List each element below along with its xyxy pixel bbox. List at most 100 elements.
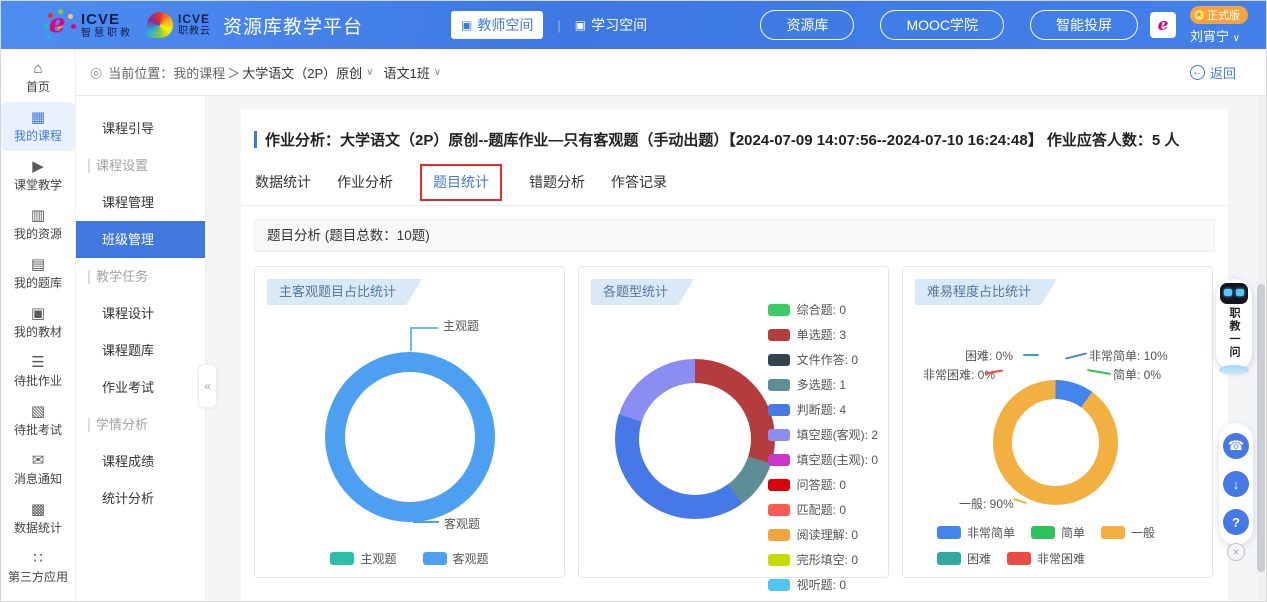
- resource-library-button[interactable]: 资源库: [760, 10, 854, 40]
- legend-item[interactable]: 填空题(主观): 0: [768, 451, 878, 468]
- download-icon[interactable]: ↓: [1223, 471, 1249, 497]
- smart-casting-button[interactable]: 智能投屏: [1030, 10, 1138, 40]
- legend-item[interactable]: 单选题: 3: [768, 326, 878, 343]
- breadcrumb-class[interactable]: 语文1班: [383, 63, 429, 82]
- legend-item[interactable]: 视听题: 0: [768, 576, 878, 593]
- sidebar-item-notifications[interactable]: ✉ 消息通知: [1, 445, 75, 494]
- my-textbooks-icon: ▣: [31, 306, 45, 321]
- legend-swatch: [1007, 552, 1031, 565]
- chart-difficulty-ratio: 难易程度占比统计 非常简单: 10% 简单: 0% 一般: 90% 困难: 0%…: [902, 266, 1213, 578]
- legend-item[interactable]: 综合题: 0: [768, 301, 878, 318]
- chart1-callout-line-top: [410, 327, 438, 351]
- sidebar-item-pending-homework[interactable]: ☰ 待批作业: [1, 347, 75, 396]
- tab-question-statistics[interactable]: 题目统计: [433, 172, 489, 205]
- back-arrow-icon: ←: [1190, 65, 1205, 80]
- icve-zhijiaoyun-logo: ICVE 职教云: [147, 12, 211, 38]
- sidebar-item-my-question-bank[interactable]: ▤ 我的题库: [1, 249, 75, 298]
- callout-very-hard: 非常困难: 0%: [923, 366, 995, 383]
- sidebar-item-home[interactable]: ⌂ 首页: [1, 53, 75, 102]
- submenu-homework-exam[interactable]: 作业考试: [76, 369, 205, 406]
- scrollbar-track[interactable]: [1257, 96, 1265, 600]
- legend-item[interactable]: 简单: [1031, 524, 1085, 541]
- chart3-donut[interactable]: [993, 380, 1118, 505]
- legend-item[interactable]: 填空题(客观): 2: [768, 426, 878, 443]
- legend-swatch: [330, 552, 354, 565]
- sidebar-item-third-party-apps[interactable]: ∷ 第三方应用: [1, 543, 75, 592]
- sidebar-item-my-textbooks[interactable]: ▣ 我的教材: [1, 298, 75, 347]
- submenu-section-course-settings: 课程设置: [76, 147, 205, 184]
- legend-item[interactable]: 非常简单: [937, 524, 1015, 541]
- my-question-bank-icon: ▤: [31, 257, 45, 272]
- teacher-space-button[interactable]: ▣ 教师空间: [451, 11, 543, 39]
- tab-data-statistics[interactable]: 数据统计: [255, 172, 311, 205]
- tab-homework-analysis[interactable]: 作业分析: [337, 172, 393, 205]
- legend-swatch: [768, 479, 790, 491]
- class-chevron-icon[interactable]: ∨: [434, 67, 441, 78]
- course-chevron-icon[interactable]: ∨: [366, 67, 373, 78]
- chart-question-type-stats: 各题型统计 综合题: 0 单选题: 3 文件作答: 0 多选题: 1 判断题: …: [578, 266, 889, 578]
- customer-service-icon[interactable]: ☎: [1223, 433, 1249, 459]
- sidebar-item-data-statistics[interactable]: ▩ 数据统计: [1, 494, 75, 543]
- chart2-legend: 综合题: 0 单选题: 3 文件作答: 0 多选题: 1 判断题: 4 填空题(…: [768, 301, 878, 593]
- sidebar-item-pending-exams[interactable]: ▧ 待批考试: [1, 396, 75, 445]
- submenu-statistical-analysis[interactable]: 统计分析: [76, 480, 205, 517]
- callout-line-hard: [1023, 354, 1039, 356]
- icve-mini-app-icon[interactable]: e: [1150, 12, 1176, 38]
- legend-item[interactable]: 问答题: 0: [768, 476, 878, 493]
- submenu-course-guide[interactable]: 课程引导: [76, 110, 205, 147]
- tab-wrong-question-analysis[interactable]: 错题分析: [529, 172, 585, 205]
- legend-item[interactable]: 非常困难: [1007, 550, 1085, 567]
- scrollbar-thumb[interactable]: [1257, 284, 1265, 572]
- ai-assistant-widget[interactable]: 职教一问: [1216, 279, 1252, 371]
- callout-line-very-easy: [1065, 352, 1087, 359]
- chart1-donut[interactable]: [325, 352, 495, 522]
- chart2-donut[interactable]: [615, 359, 775, 519]
- legend-swatch: [937, 526, 961, 539]
- sidebar-item-my-courses[interactable]: ▦ 我的课程: [1, 102, 75, 151]
- submenu-section-teaching-tasks: 教学任务: [76, 258, 205, 295]
- submenu-course-design[interactable]: 课程设计: [76, 295, 205, 332]
- user-menu[interactable]: 刘宵宁 ∨: [1190, 26, 1240, 45]
- sidebar-collapse-button[interactable]: «: [198, 364, 217, 408]
- legend-item[interactable]: 文件作答: 0: [768, 351, 878, 368]
- mooc-college-button[interactable]: MOOC学院: [880, 10, 1004, 40]
- legend-item[interactable]: 客观题: [423, 550, 489, 567]
- callout-normal: 一般: 90%: [959, 495, 1014, 512]
- close-toolbar-icon[interactable]: ×: [1227, 543, 1245, 561]
- breadcrumb-course[interactable]: 大学语文（2P）原创: [242, 63, 362, 82]
- submenu-course-management[interactable]: 课程管理: [76, 184, 205, 221]
- legend-swatch: [768, 404, 790, 416]
- app-window: e ICVE 智慧职教 ICVE 职教云 资源库教学平台 ▣ 教师空间 | ▣ …: [0, 0, 1267, 602]
- back-button[interactable]: ← 返回: [1190, 63, 1236, 82]
- legend-item[interactable]: 匹配题: 0: [768, 501, 878, 518]
- learning-space-button[interactable]: ▣ 学习空间: [575, 15, 647, 35]
- legend-item[interactable]: 一般: [1101, 524, 1155, 541]
- submenu-class-management[interactable]: 班级管理: [76, 221, 205, 258]
- breadcrumb: ◎ 当前位置：我的课程 ＞ 大学语文（2P）原创 ∨ 语文1班 ∨ ← 返回: [76, 49, 1266, 96]
- legend-item[interactable]: 困难: [937, 550, 991, 567]
- tab-answer-records[interactable]: 作答记录: [611, 172, 667, 205]
- legend-item[interactable]: 完形填空: 0: [768, 551, 878, 568]
- legend-item[interactable]: 判断题: 4: [768, 401, 878, 418]
- section-title: 题目分析 (题目总数：10题): [254, 219, 1215, 252]
- legend-swatch: [768, 304, 790, 316]
- classroom-teaching-icon: ▶: [32, 159, 44, 174]
- legend-swatch: [1031, 526, 1055, 539]
- legend-swatch: [768, 554, 790, 566]
- legend-item[interactable]: 多选题: 1: [768, 376, 878, 393]
- legend-swatch: [768, 354, 790, 366]
- pending-homework-icon: ☰: [31, 355, 44, 370]
- submenu-course-grades[interactable]: 课程成绩: [76, 443, 205, 480]
- submenu-course-question-bank[interactable]: 课程题库: [76, 332, 205, 369]
- sidebar-item-classroom-teaching[interactable]: ▶ 课堂教学: [1, 151, 75, 200]
- sidebar-item-my-resources[interactable]: ▥ 我的资源: [1, 200, 75, 249]
- user-chevron-icon: ∨: [1233, 33, 1240, 44]
- assistant-wave-decoration: [1219, 365, 1249, 375]
- callout-easy: 简单: 0%: [1113, 366, 1161, 383]
- logo-brand: ICVE: [81, 12, 133, 27]
- legend-item[interactable]: 主观题: [330, 550, 396, 567]
- content-card: 作业分析：大学语文（2P）原创--题库作业—只有客观题（手动出题）【2024-0…: [241, 109, 1228, 601]
- logo-subtitle: 智慧职教: [81, 29, 133, 39]
- help-icon[interactable]: ?: [1223, 509, 1249, 535]
- legend-item[interactable]: 阅读理解: 0: [768, 526, 878, 543]
